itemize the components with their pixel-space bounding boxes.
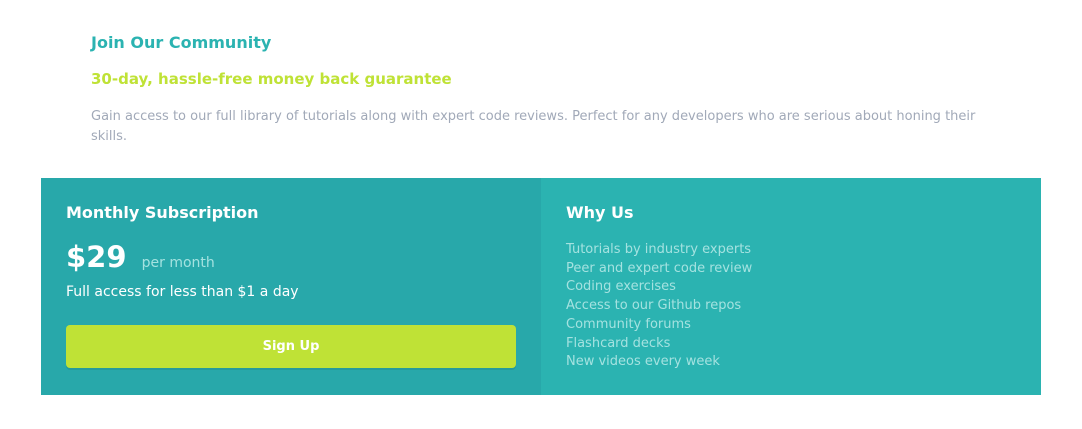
guarantee-subtitle: 30-day, hassle-free money back guarantee xyxy=(91,70,452,88)
list-item: Flashcard decks xyxy=(566,335,671,351)
list-item: Coding exercises xyxy=(566,279,676,295)
price-amount: $29 xyxy=(66,240,127,274)
community-title: Join Our Community xyxy=(91,33,272,52)
sign-up-button[interactable]: Sign Up xyxy=(66,325,516,368)
subscription-tagline: Full access for less than $1 a day xyxy=(66,284,299,300)
price-row: $29 per month xyxy=(66,240,215,280)
why-us-list: Tutorials by industry experts Peer and e… xyxy=(566,241,752,372)
list-item: Community forums xyxy=(566,316,691,332)
why-us-panel: Why Us Tutorials by industry experts Pee… xyxy=(541,178,1041,395)
list-item: Tutorials by industry experts xyxy=(566,242,752,257)
subscription-panel: Monthly Subscription $29 per month Full … xyxy=(41,178,541,395)
price-period: per month xyxy=(141,255,215,271)
intro-description: Gain access to our full library of tutor… xyxy=(91,109,976,144)
list-item: New videos every week xyxy=(566,354,720,370)
list-item: Access to our Github repos xyxy=(566,298,742,314)
list-item: Peer and expert code review xyxy=(566,260,753,276)
subscription-title: Monthly Subscription xyxy=(66,203,259,222)
why-us-title: Why Us xyxy=(566,203,634,222)
